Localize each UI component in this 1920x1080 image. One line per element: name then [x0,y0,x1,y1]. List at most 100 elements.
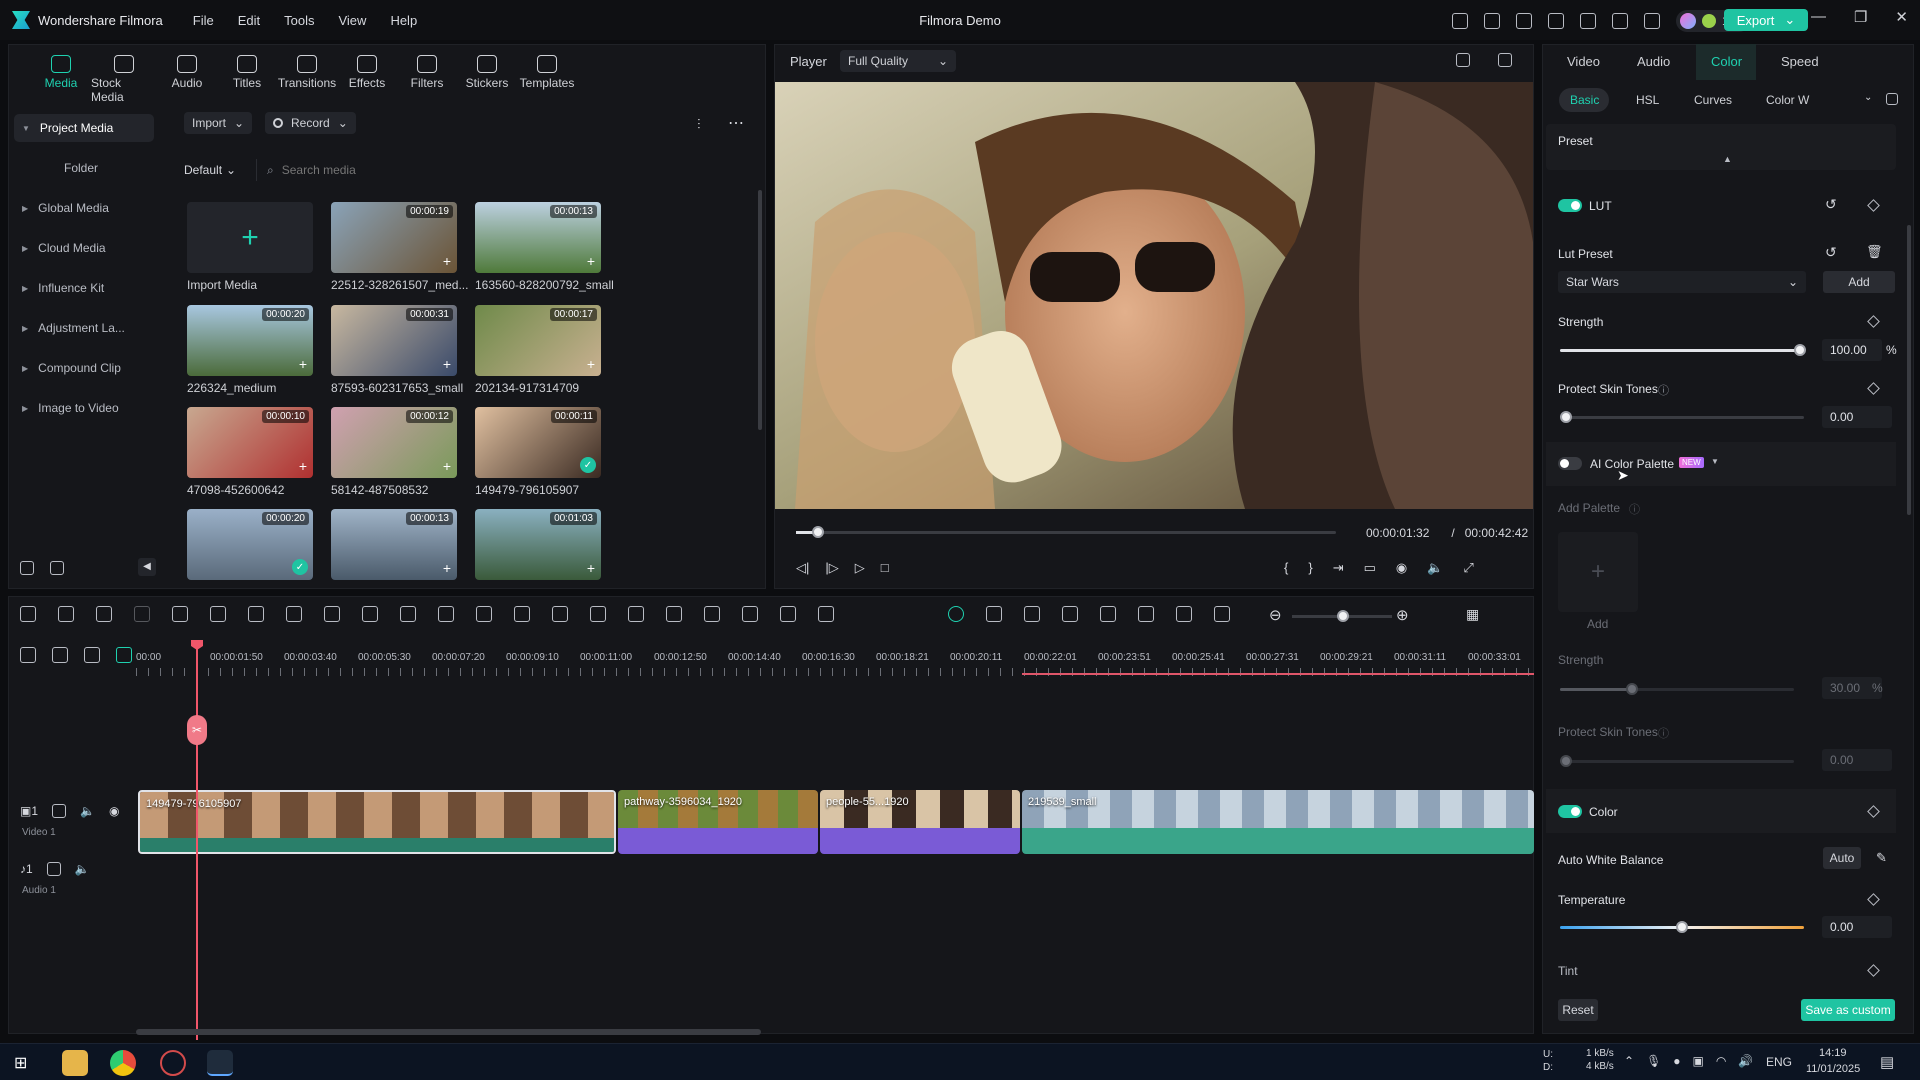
tool-stickers[interactable]: Stickers [457,45,517,104]
media-thumbnail[interactable]: 00:00:11 ✓ [475,407,601,478]
audio-sync-icon[interactable] [742,606,758,622]
lut-toggle[interactable] [1558,199,1582,212]
temperature-knob[interactable] [1676,921,1688,933]
auto-reframe-icon[interactable] [400,606,416,622]
scene-detect-icon[interactable] [704,606,720,622]
folder-icon[interactable] [50,561,64,575]
menu-help[interactable]: Help [390,13,417,28]
snapshot-view-icon[interactable] [1498,53,1512,67]
mark-in-icon[interactable]: { [1284,560,1288,576]
media-thumbnail[interactable]: 00:01:03 + [475,509,601,580]
playhead-line[interactable] [196,640,198,1040]
filmora-taskbar-icon[interactable] [207,1050,233,1076]
media-thumbnail[interactable]: 00:00:12 + [331,407,457,478]
nvidia-icon[interactable]: ▣ [1693,1054,1704,1068]
media-thumbnail[interactable]: 00:00:13 + [475,202,601,273]
save-as-custom-button[interactable]: Save as custom [1801,999,1895,1021]
tool-filters[interactable]: Filters [397,45,457,104]
media-thumbnail[interactable]: 00:00:13 + [331,509,457,580]
timeline-ruler[interactable]: 00:00 00:00:01:50 00:00:03:40 00:00:05:30 00… [136,650,1534,680]
trash-icon[interactable]: 🗑 [1866,244,1883,260]
tab-speed[interactable]: Speed [1781,54,1819,69]
ai-palette-toggle[interactable] [1558,457,1582,470]
reset-icon[interactable]: ↺ [1825,196,1837,213]
timeline-clip[interactable]: 149479-796105907 [138,790,616,854]
play-frame-icon[interactable]: |▷ [825,560,838,576]
split-icon[interactable] [476,606,492,622]
sidebar-item-project-media[interactable]: ▼ Project Media [14,114,154,142]
playhead-handle[interactable] [811,526,824,538]
mute-icon[interactable]: 🔈 [80,804,95,818]
media-thumbnail[interactable]: 00:00:10 + [187,407,313,478]
menu-file[interactable]: File [193,13,214,28]
media-thumbnail[interactable]: 00:00:20 ✓ [187,509,313,580]
sidebar-item-folder[interactable]: Folder [14,154,154,182]
add-lut-button[interactable]: Add [1823,271,1895,293]
auto-white-balance-button[interactable]: Auto [1823,847,1861,869]
track-manager-icon[interactable] [84,647,100,663]
media-thumbnail[interactable]: 00:00:17 + [475,305,601,376]
chrome-icon[interactable] [110,1050,136,1076]
tool-templates[interactable]: Templates [517,45,577,104]
link-icon[interactable] [52,647,68,663]
add-to-timeline-icon[interactable]: + [299,458,307,474]
tool-stock-media[interactable]: Stock Media [91,45,157,104]
feedback-icon[interactable] [1483,13,1500,29]
media-thumbnail[interactable]: 00:00:19 + [331,202,457,273]
mute-icon[interactable]: 🔈 [75,862,90,876]
reset-icon[interactable]: ↺ [1825,244,1837,261]
ai-protect-skin-slider[interactable] [1560,755,1794,767]
camera-icon[interactable]: ◉ [1396,560,1407,576]
import-button[interactable]: Import ⌄ [184,112,253,134]
folder-icon[interactable] [46,862,61,876]
playback-progress[interactable] [796,526,1336,538]
add-to-timeline-icon[interactable]: + [587,560,595,576]
wifi-icon[interactable]: ◠ [1716,1054,1726,1068]
cloud-upload-icon[interactable] [1579,13,1596,29]
tab-audio[interactable]: Audio [1637,54,1670,69]
apps-grid-icon[interactable] [1643,13,1660,29]
ai-protect-skin-value-field[interactable]: 0.00 [1822,749,1892,771]
more-options-icon[interactable]: ⋯ [728,113,744,133]
screen-recorder-icon[interactable] [160,1050,186,1076]
caret-down-icon[interactable]: ▼ [1711,457,1719,466]
crop-icon[interactable] [248,606,264,622]
scissors-icon[interactable]: ✂ [187,715,207,745]
strength-knob[interactable] [1794,344,1806,356]
color-match-icon[interactable] [552,606,568,622]
chevron-down-icon[interactable]: ⌄ [1864,92,1872,103]
ai-music-icon[interactable] [948,606,964,622]
send-icon[interactable] [1451,13,1468,29]
compare-icon[interactable] [1886,93,1898,105]
subtab-hsl[interactable]: HSL [1636,93,1659,107]
folder-icon[interactable] [52,804,67,818]
timeline-clip[interactable]: 219539_small [1022,790,1534,854]
reset-button[interactable]: Reset [1558,999,1598,1021]
ai-strength-slider[interactable] [1560,683,1794,695]
temperature-slider[interactable] [1560,921,1804,933]
sort-dropdown[interactable]: Default ⌄ [184,163,236,177]
add-to-timeline-icon[interactable]: + [587,356,595,372]
lut-preset-select[interactable]: Star Wars ⌄ [1558,271,1806,293]
sidebar-item-global-media[interactable]: ▶ Global Media [14,194,154,222]
close-icon[interactable]: ✕ [1895,8,1908,26]
collapse-preset-icon[interactable]: ▲ [1723,154,1732,164]
support-icon[interactable] [1611,13,1628,29]
delete-icon[interactable] [172,606,188,622]
select-tool-icon[interactable] [58,606,74,622]
eyedropper-icon[interactable]: ✎ [1876,850,1887,866]
zoom-slider[interactable] [1292,610,1392,622]
media-scrollbar[interactable] [758,190,762,430]
clock-time[interactable]: 14:19 [1819,1047,1847,1059]
help-icon[interactable]: ⓘ [1658,382,1669,398]
stabilize-icon[interactable] [590,606,606,622]
green-screen-icon[interactable] [628,606,644,622]
media-thumbnail[interactable]: 00:00:20 + [187,305,313,376]
microphone-icon[interactable]: 🎙 [1646,1054,1661,1068]
tool-transitions[interactable]: Transitions [277,45,337,104]
sidebar-item-compound-clip[interactable]: ▶ Compound Clip [14,354,154,382]
timeline-clip[interactable]: people-55...1920 [820,790,1020,854]
layout-icon[interactable] [20,606,36,622]
record-button[interactable]: Record ⌄ [265,112,356,134]
minimize-icon[interactable]: — [1811,8,1826,26]
